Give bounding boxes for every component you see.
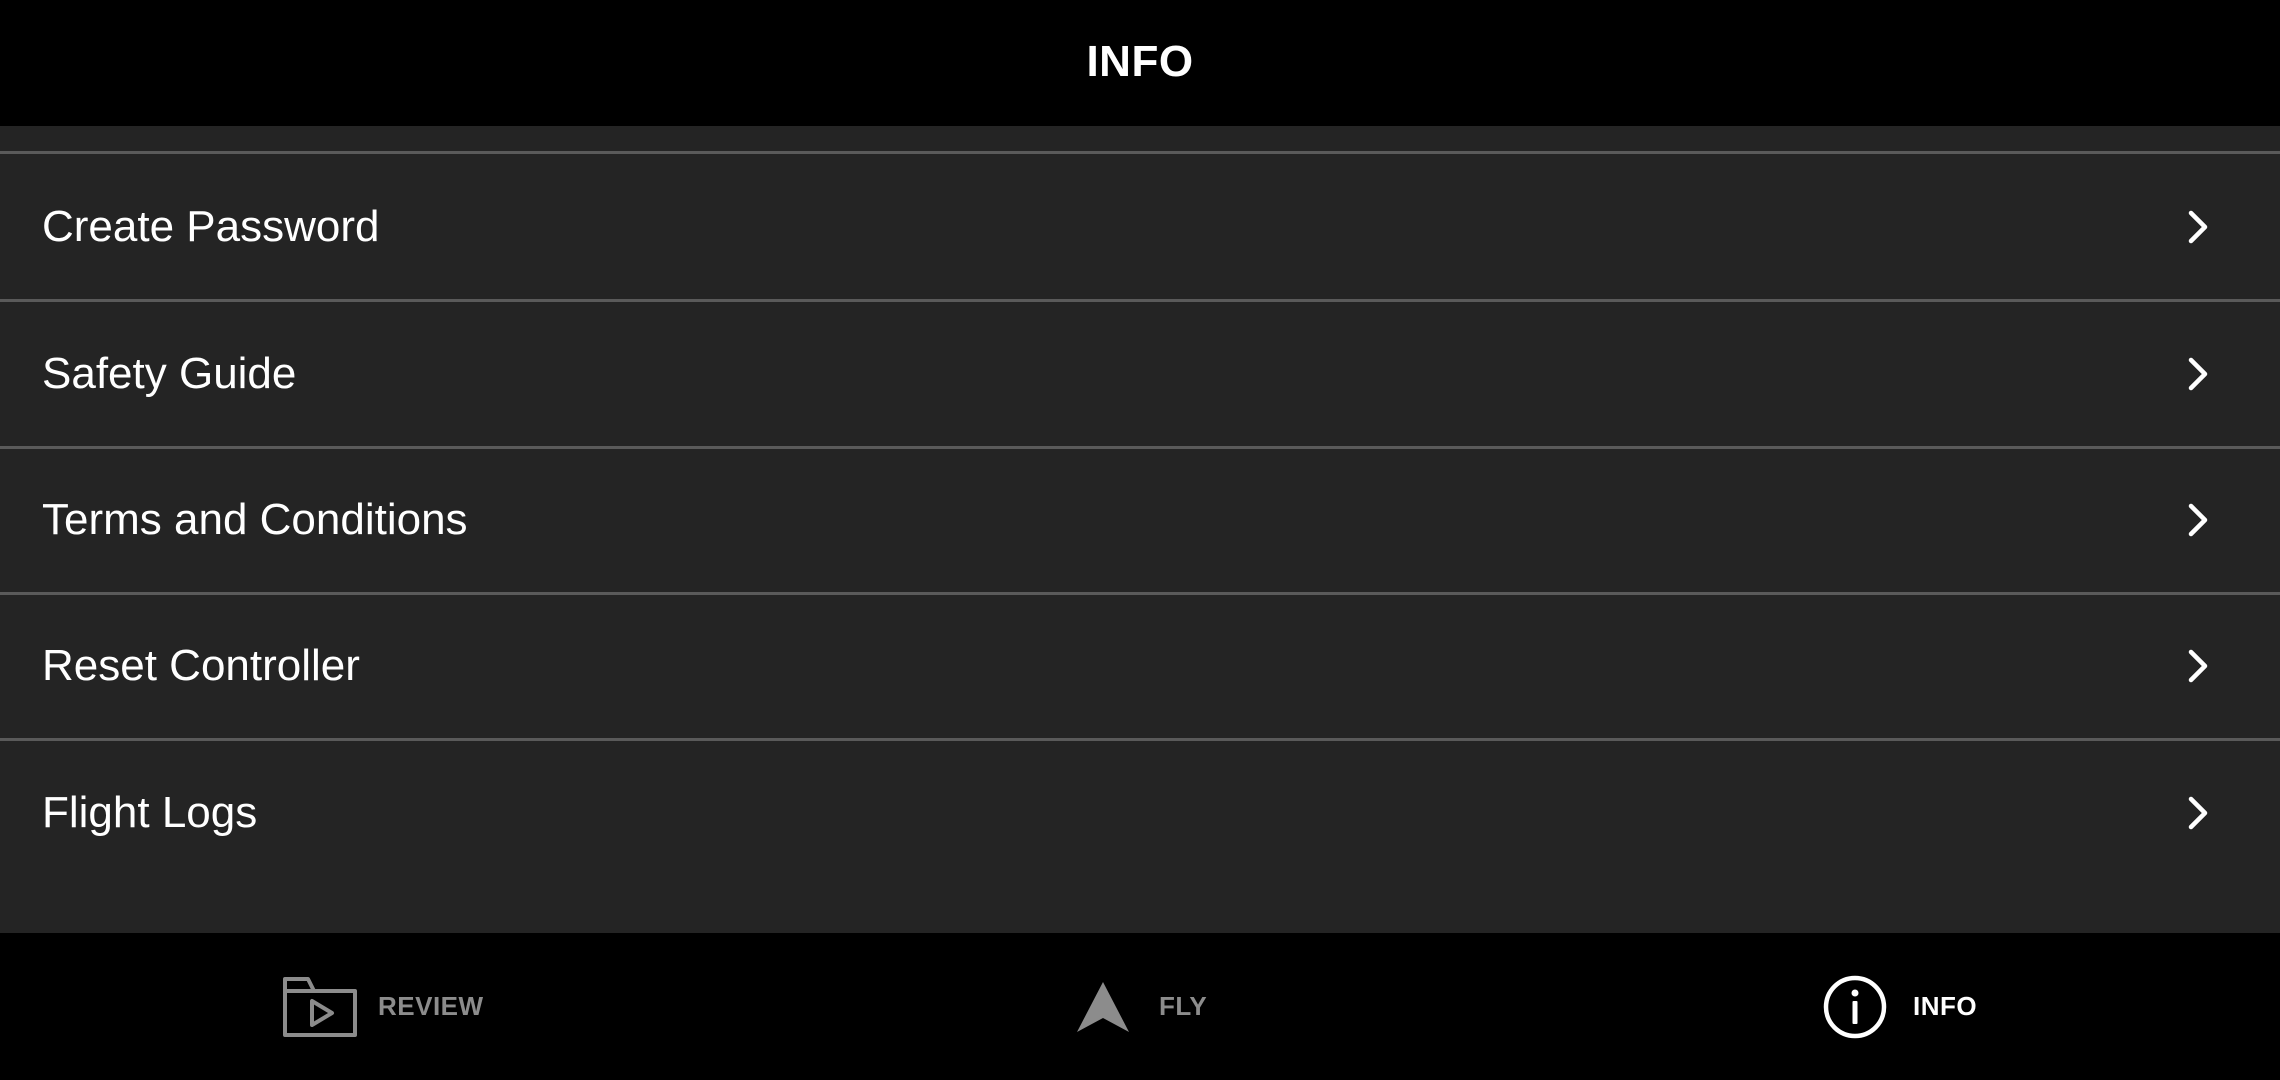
menu-item-label: Flight Logs xyxy=(42,788,258,837)
tab-label: INFO xyxy=(1913,991,1978,1021)
menu-item-terms-and-conditions[interactable]: Terms and Conditions xyxy=(0,447,2280,595)
chevron-right-icon xyxy=(2188,649,2208,683)
info-menu-list: Create Password Safety Guide Terms and C… xyxy=(0,126,2280,933)
chevron-right-icon xyxy=(2188,503,2208,537)
tab-info[interactable]: INFO xyxy=(1823,933,1977,1080)
tab-label: REVIEW xyxy=(378,991,484,1021)
bottom-tab-bar: REVIEW FLY INFO xyxy=(0,933,2280,1080)
header-bar: INFO xyxy=(0,0,2280,126)
info-circle-icon xyxy=(1823,975,1887,1038)
menu-item-safety-guide[interactable]: Safety Guide xyxy=(0,301,2280,449)
folder-play-icon xyxy=(283,976,357,1037)
menu-item-label: Create Password xyxy=(42,202,380,251)
page-title: INFO xyxy=(1086,37,1194,86)
menu-item-label: Safety Guide xyxy=(42,349,297,398)
menu-item-label: Reset Controller xyxy=(42,641,360,690)
tab-fly[interactable]: FLY xyxy=(1075,933,1207,1080)
chevron-right-icon xyxy=(2188,796,2208,830)
arrow-navigation-icon xyxy=(1077,981,1129,1032)
tab-label: FLY xyxy=(1159,991,1208,1021)
menu-item-flight-logs[interactable]: Flight Logs xyxy=(0,740,2280,886)
menu-item-reset-controller[interactable]: Reset Controller xyxy=(0,593,2280,741)
tab-review[interactable]: REVIEW xyxy=(282,933,484,1080)
menu-item-create-password[interactable]: Create Password xyxy=(0,154,2280,302)
chevron-right-icon xyxy=(2188,357,2208,391)
menu-item-label: Terms and Conditions xyxy=(42,495,468,544)
chevron-right-icon xyxy=(2188,210,2208,244)
